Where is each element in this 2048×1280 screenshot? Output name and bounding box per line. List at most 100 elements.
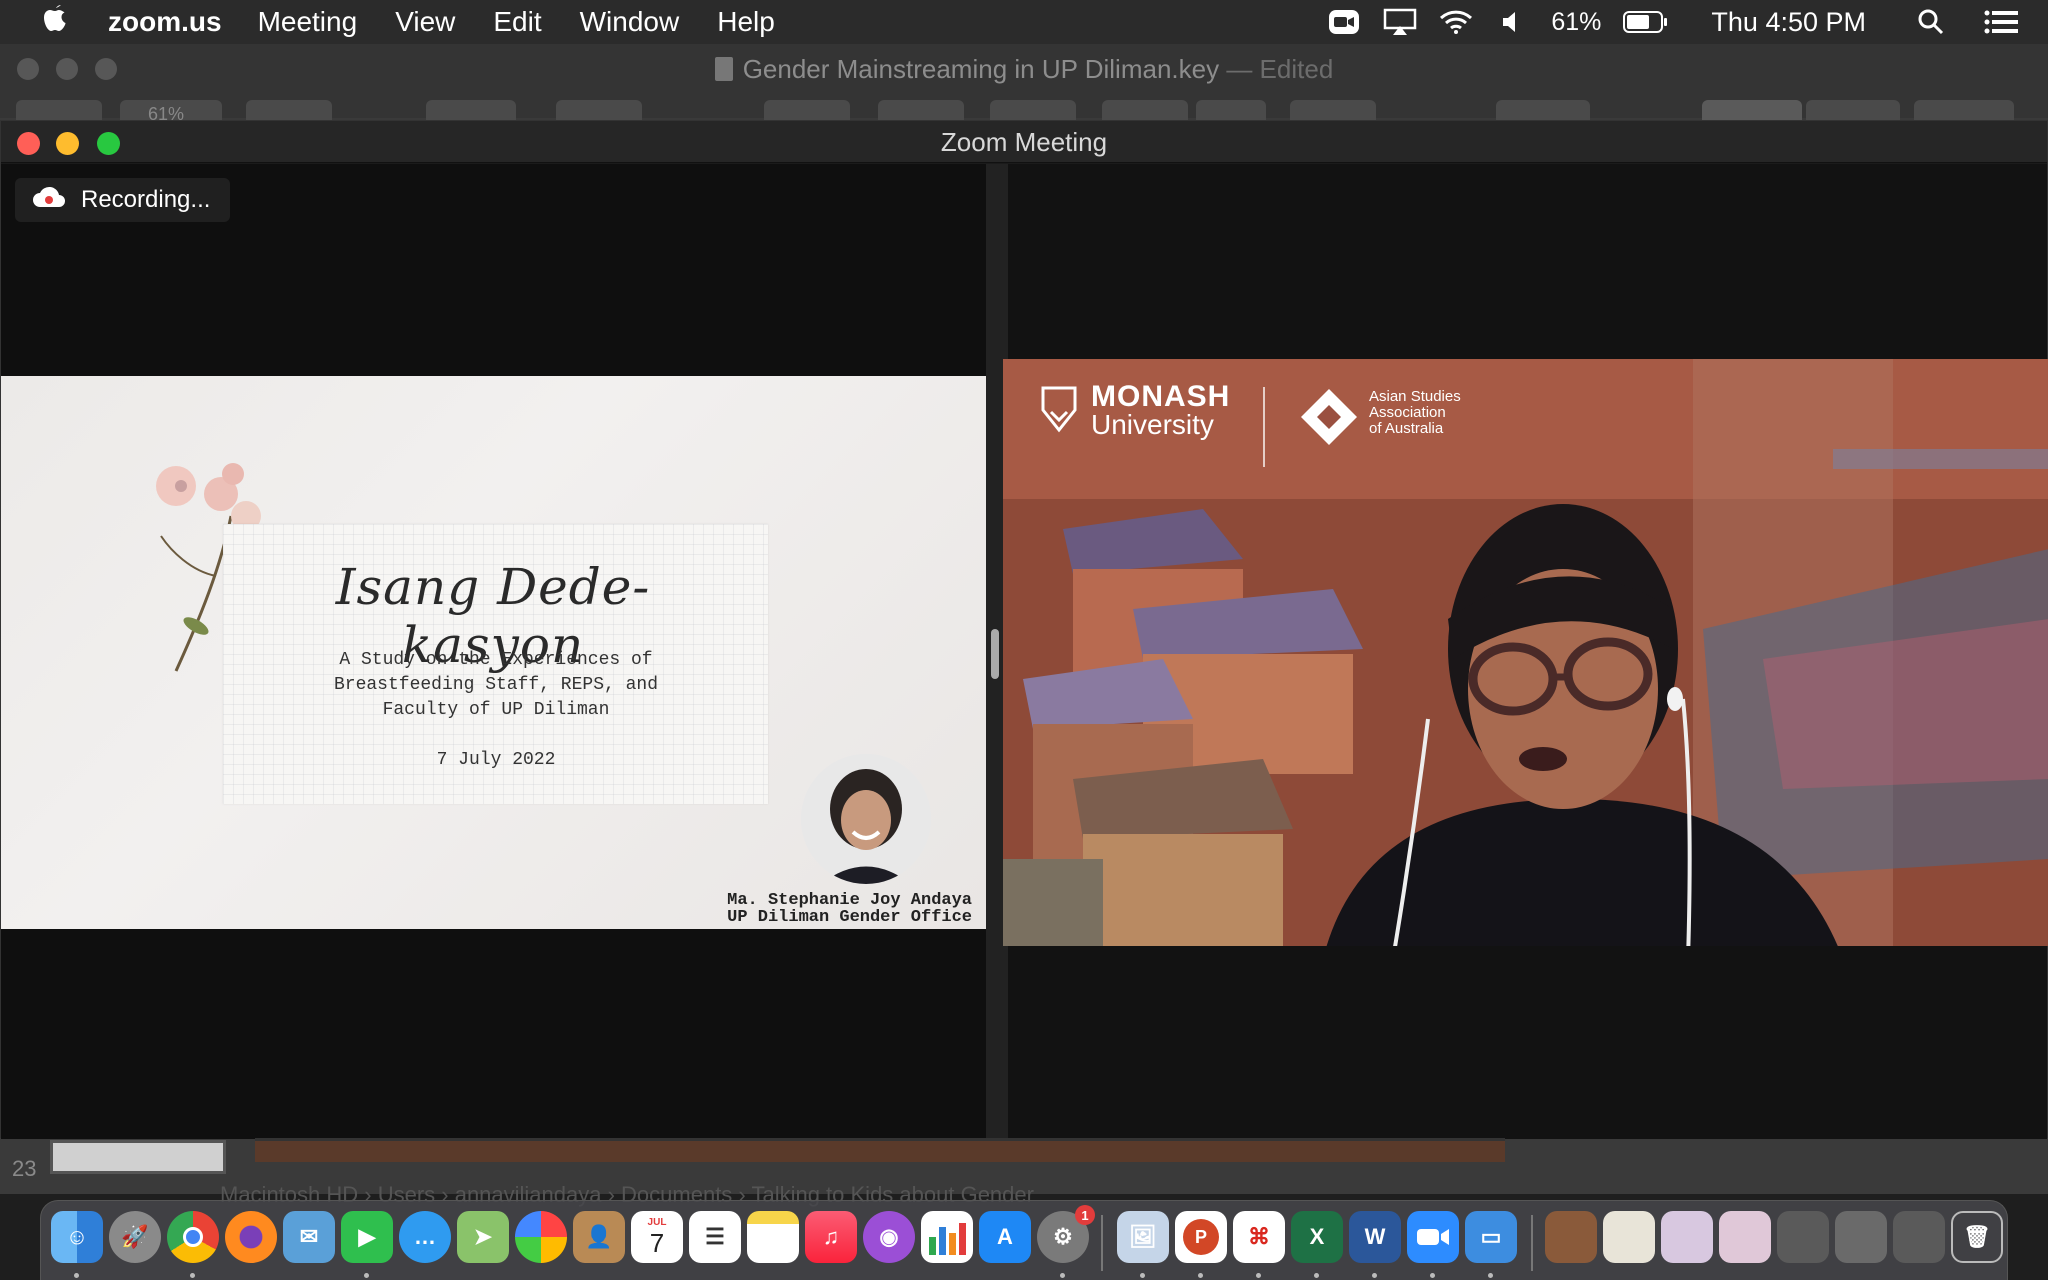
slide-subtitle: A Study on the Experiences of Breastfeed… bbox=[301, 648, 691, 723]
asaa-line: Association bbox=[1369, 404, 1446, 421]
media-button[interactable] bbox=[1196, 100, 1266, 120]
numbers-icon[interactable] bbox=[921, 1211, 973, 1263]
menu-help[interactable]: Help bbox=[717, 6, 775, 38]
collaborate-button[interactable] bbox=[1496, 100, 1590, 120]
maps-icon[interactable]: ➤ bbox=[457, 1211, 509, 1263]
control-center-icon[interactable] bbox=[1984, 8, 2018, 36]
keynote-canvas-edge bbox=[255, 1138, 1505, 1162]
powerpoint-icon[interactable]: P bbox=[1175, 1211, 1227, 1263]
screen-share-pane: Isang Dede-kasyon A Study on the Experie… bbox=[1, 164, 986, 1139]
zoom-meeting-window: Zoom Meeting Isang Dede-kasyon A Study o… bbox=[0, 120, 2048, 1139]
dock: ☺ 🚀 ✉ ▶ … ➤ 👤 JUL 7 ☰ ♫ ◉ A ⚙ 1 🖼 P ⌘ X … bbox=[40, 1200, 2008, 1280]
recording-indicator[interactable]: Recording... bbox=[15, 178, 231, 222]
format-button[interactable] bbox=[1702, 100, 1802, 120]
launchpad-icon[interactable]: 🚀 bbox=[109, 1211, 161, 1263]
music-icon[interactable]: ♫ bbox=[805, 1211, 857, 1263]
running-indicator bbox=[1488, 1273, 1493, 1278]
volume-icon[interactable] bbox=[1495, 8, 1529, 36]
running-indicator bbox=[1140, 1273, 1145, 1278]
text-button[interactable] bbox=[990, 100, 1076, 120]
excel-icon[interactable]: X bbox=[1291, 1211, 1343, 1263]
shape-button[interactable] bbox=[1102, 100, 1188, 120]
finder-icon[interactable]: ☺ bbox=[51, 1211, 103, 1263]
document-icon bbox=[714, 57, 733, 81]
messages-icon[interactable]: … bbox=[399, 1211, 451, 1263]
dock-separator bbox=[1101, 1215, 1103, 1271]
facetime-icon[interactable]: ▶ bbox=[341, 1211, 393, 1263]
asaa-diamond-icon bbox=[1299, 387, 1359, 452]
acrobat-icon[interactable]: ⌘ bbox=[1233, 1211, 1285, 1263]
split-view-drag-handle[interactable] bbox=[991, 629, 999, 679]
menubar: zoom.us Meeting View Edit Window Help 61… bbox=[0, 0, 2048, 44]
running-indicator bbox=[1372, 1273, 1377, 1278]
wifi-icon[interactable] bbox=[1439, 8, 1473, 36]
slide-thumbnail[interactable] bbox=[50, 1140, 226, 1174]
running-indicator bbox=[74, 1273, 79, 1278]
slide-subtitle-line: Faculty of UP Diliman bbox=[382, 700, 610, 720]
presenter-name: Ma. Stephanie Joy Andaya bbox=[727, 891, 972, 910]
photos-icon[interactable] bbox=[515, 1211, 567, 1263]
participant-video: MONASH University Asian Studies Associat… bbox=[1003, 359, 2048, 946]
minimized-window-thumbnail[interactable] bbox=[1835, 1211, 1887, 1263]
mail-icon[interactable]: ✉ bbox=[283, 1211, 335, 1263]
trash-icon[interactable]: 🗑 bbox=[1951, 1211, 2003, 1263]
comment-button[interactable] bbox=[1290, 100, 1376, 120]
menu-edit[interactable]: Edit bbox=[493, 6, 541, 38]
menu-view[interactable]: View bbox=[395, 6, 455, 38]
monash-crest-icon bbox=[1039, 384, 1079, 439]
podcasts-icon[interactable]: ◉ bbox=[863, 1211, 915, 1263]
dock-separator bbox=[1531, 1215, 1533, 1271]
animate-button[interactable] bbox=[1806, 100, 1900, 120]
keynote-icon[interactable]: ▭ bbox=[1465, 1211, 1517, 1263]
slide-date: 7 July 2022 bbox=[436, 750, 556, 770]
reminders-icon[interactable]: ☰ bbox=[689, 1211, 741, 1263]
presenter-office: UP Diliman Gender Office bbox=[727, 908, 972, 927]
minimized-window-thumbnail[interactable] bbox=[1661, 1211, 1713, 1263]
menu-meeting[interactable]: Meeting bbox=[258, 6, 358, 38]
add-slide-button[interactable] bbox=[246, 100, 332, 120]
keynote-titlebar: Gender Mainstreaming in UP Diliman.key —… bbox=[0, 44, 2048, 124]
apple-menu-icon[interactable] bbox=[28, 2, 82, 42]
document-button[interactable] bbox=[1914, 100, 2014, 120]
contacts-icon[interactable]: 👤 bbox=[573, 1211, 625, 1263]
minimized-window-thumbnail[interactable] bbox=[1719, 1211, 1771, 1263]
system-preferences-icon[interactable]: ⚙ 1 bbox=[1037, 1205, 1095, 1263]
running-indicator bbox=[1430, 1273, 1435, 1278]
airplay-icon[interactable] bbox=[1383, 8, 1417, 36]
app-store-icon[interactable]: A bbox=[979, 1211, 1031, 1263]
battery-icon[interactable] bbox=[1623, 8, 1669, 36]
slide-subtitle-line: Breastfeeding Staff, REPS, and bbox=[333, 675, 659, 695]
running-indicator bbox=[1256, 1273, 1261, 1278]
notes-icon[interactable] bbox=[747, 1211, 799, 1263]
app-menu-zoom[interactable]: zoom.us bbox=[108, 6, 222, 38]
asaa-line: of Australia bbox=[1369, 420, 1444, 437]
zoom-window-title: Zoom Meeting bbox=[940, 127, 1108, 157]
menu-window[interactable]: Window bbox=[580, 6, 680, 38]
slide-subtitle-line: A Study on the Experiences of bbox=[339, 650, 653, 670]
zoom-icon[interactable] bbox=[1407, 1211, 1459, 1263]
minimized-window-thumbnail[interactable] bbox=[1777, 1211, 1829, 1263]
shared-slide: Isang Dede-kasyon A Study on the Experie… bbox=[1, 376, 986, 929]
calendar-day: 7 bbox=[649, 1228, 665, 1258]
minimized-window-thumbnail[interactable] bbox=[1893, 1211, 1945, 1263]
play-button[interactable] bbox=[426, 100, 516, 120]
word-icon[interactable]: W bbox=[1349, 1211, 1401, 1263]
minimized-window-thumbnail[interactable] bbox=[1603, 1211, 1655, 1263]
view-button[interactable] bbox=[16, 100, 102, 120]
table-button[interactable] bbox=[764, 100, 850, 120]
menubar-clock[interactable]: Thu 4:50 PM bbox=[1711, 7, 1866, 38]
monash-name: MONASH bbox=[1091, 380, 1231, 413]
keynote-window-title: Gender Mainstreaming in UP Diliman.key —… bbox=[0, 54, 2048, 85]
spotlight-search-icon[interactable] bbox=[1914, 8, 1948, 36]
chart-button[interactable] bbox=[878, 100, 964, 120]
calendar-icon[interactable]: JUL 7 bbox=[631, 1211, 683, 1263]
minimized-window-thumbnail[interactable] bbox=[1545, 1211, 1597, 1263]
monash-university: University bbox=[1091, 409, 1214, 440]
zoom-status-icon[interactable] bbox=[1327, 8, 1361, 36]
preview-icon[interactable]: 🖼 bbox=[1117, 1211, 1169, 1263]
cloud-recording-icon bbox=[31, 185, 67, 216]
chrome-icon[interactable] bbox=[167, 1211, 219, 1263]
firefox-icon[interactable] bbox=[225, 1211, 277, 1263]
running-indicator bbox=[1060, 1273, 1065, 1278]
keynote-live-button[interactable] bbox=[556, 100, 642, 120]
